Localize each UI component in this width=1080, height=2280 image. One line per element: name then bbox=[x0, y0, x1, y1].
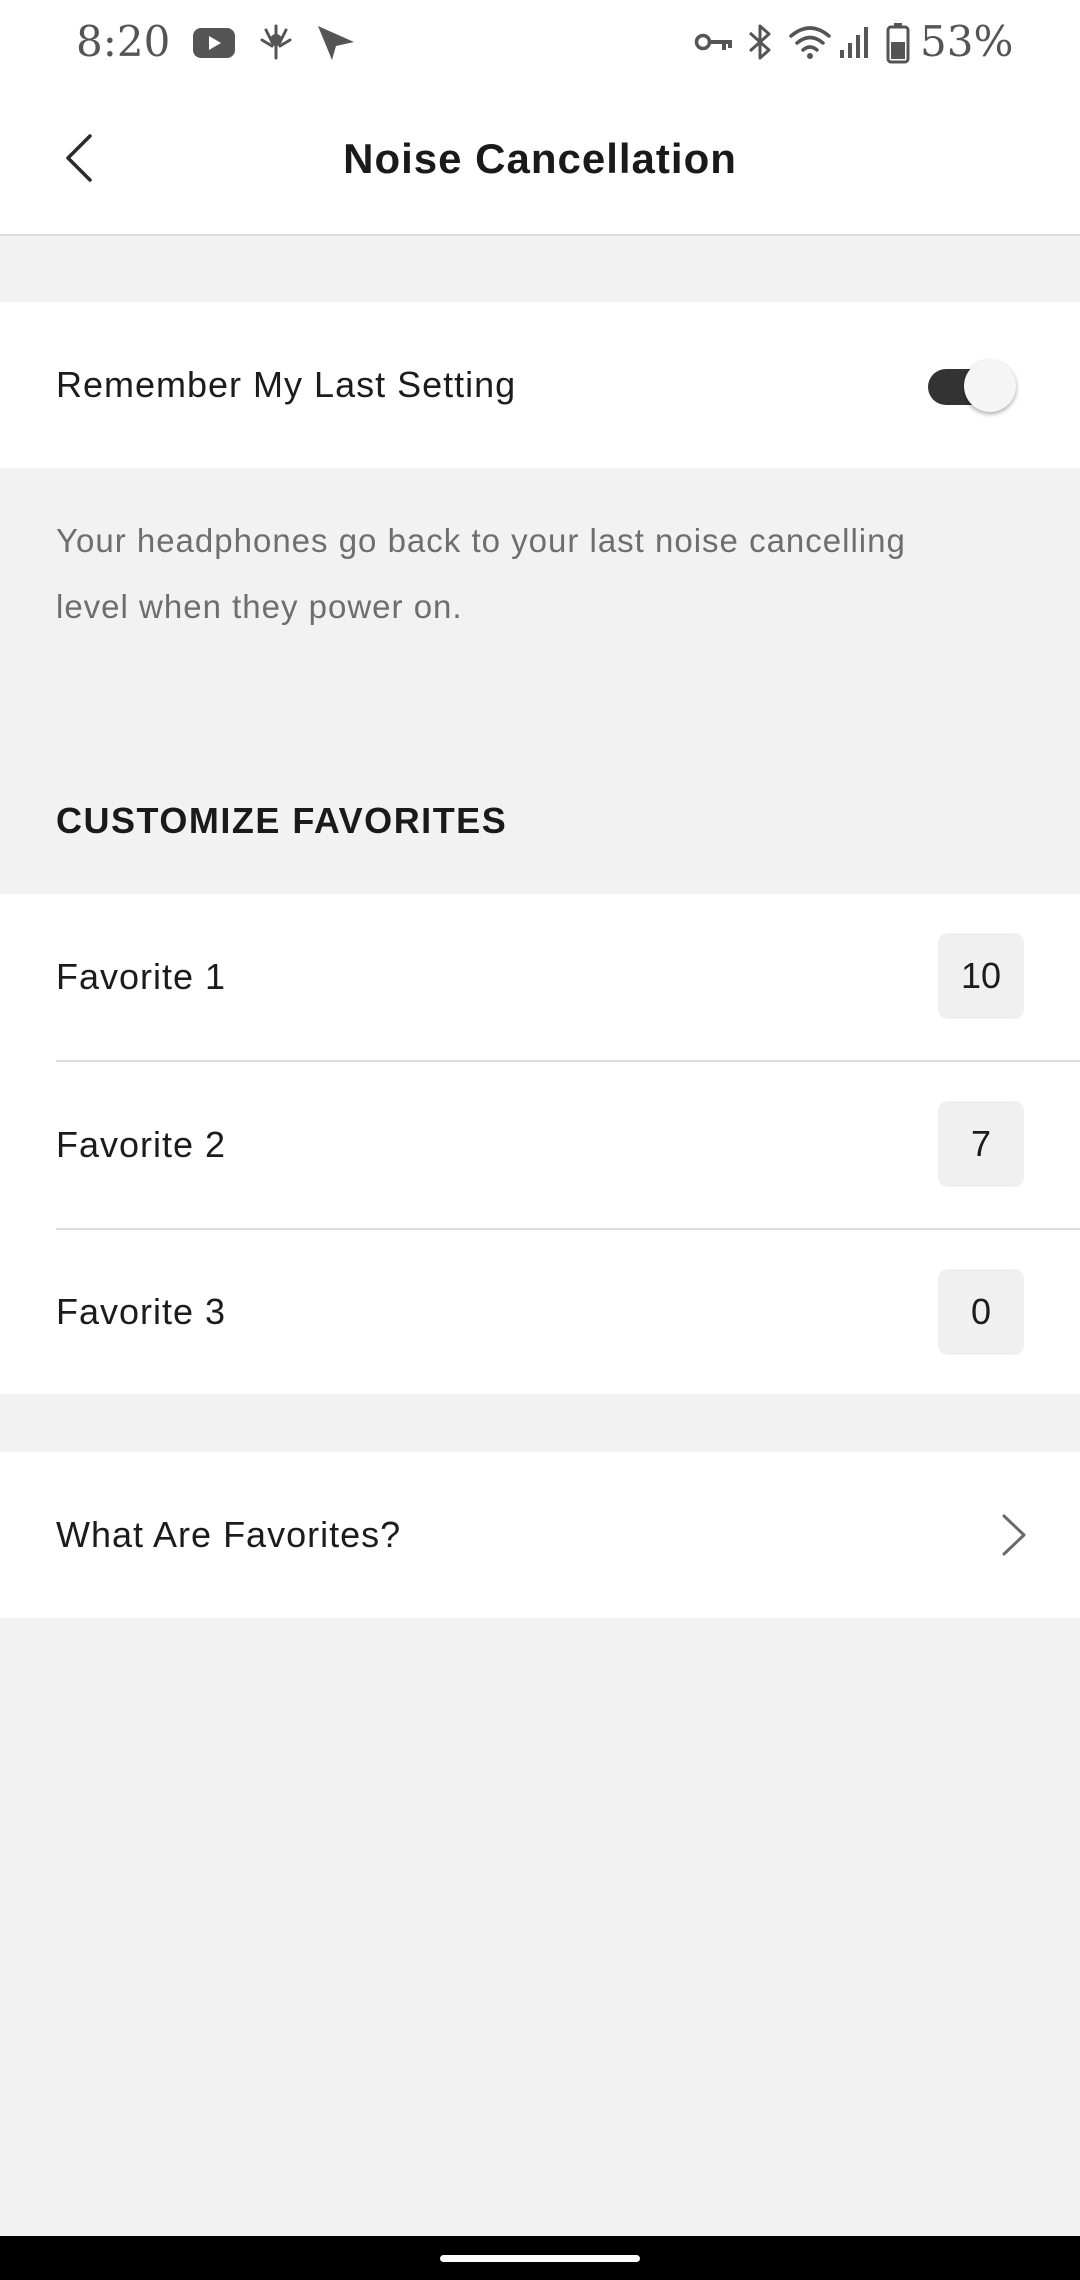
favorite-label: Favorite 3 bbox=[56, 1291, 227, 1332]
status-bar: 8:20 53% bbox=[0, 0, 1080, 84]
toggle-thumb bbox=[964, 360, 1016, 412]
favorite-value-badge[interactable]: 7 bbox=[938, 1101, 1024, 1187]
favorites-section-header: CUSTOMIZE FAVORITES bbox=[56, 800, 508, 841]
remember-setting-toggle[interactable] bbox=[926, 352, 1018, 416]
remember-setting-description: Your headphones go back to your last noi… bbox=[56, 522, 906, 625]
app-notification-icon bbox=[260, 24, 292, 60]
remember-setting-label: Remember My Last Setting bbox=[56, 364, 517, 405]
what-are-favorites-row[interactable]: What Are Favorites? bbox=[0, 1452, 1080, 1618]
favorites-card: Favorite 1 10 Favorite 2 7 Favorite 3 0 bbox=[0, 894, 1080, 1394]
battery-percent: 53% bbox=[920, 17, 1014, 66]
system-nav-bar bbox=[0, 2236, 1080, 2280]
youtube-icon bbox=[193, 28, 235, 58]
favorite-value-badge[interactable]: 10 bbox=[938, 933, 1024, 1019]
remember-setting-row: Remember My Last Setting bbox=[0, 302, 1080, 468]
what-are-favorites-label: What Are Favorites? bbox=[56, 1514, 402, 1555]
wifi-icon bbox=[789, 26, 831, 59]
favorite-label: Favorite 2 bbox=[56, 1124, 227, 1165]
status-time: 8:20 bbox=[76, 17, 171, 66]
favorite-label: Favorite 1 bbox=[56, 956, 227, 997]
app-bar: Noise Cancellation bbox=[0, 84, 1080, 236]
battery-icon bbox=[886, 23, 910, 64]
favorite-row-3[interactable]: Favorite 3 0 bbox=[0, 1230, 1080, 1394]
home-handle[interactable] bbox=[440, 2255, 640, 2262]
favorite-row-2[interactable]: Favorite 2 7 bbox=[0, 1062, 1080, 1228]
send-icon bbox=[318, 26, 354, 60]
chevron-right-icon bbox=[1002, 1514, 1026, 1556]
cell-signal-icon bbox=[840, 27, 868, 58]
back-button[interactable] bbox=[44, 122, 116, 194]
chevron-left-icon bbox=[66, 134, 92, 182]
bluetooth-icon bbox=[748, 24, 771, 60]
page-title: Noise Cancellation bbox=[343, 135, 737, 182]
vpn-key-icon bbox=[694, 33, 732, 51]
favorite-value-badge[interactable]: 0 bbox=[938, 1269, 1024, 1355]
favorite-row-1[interactable]: Favorite 1 10 bbox=[0, 894, 1080, 1060]
